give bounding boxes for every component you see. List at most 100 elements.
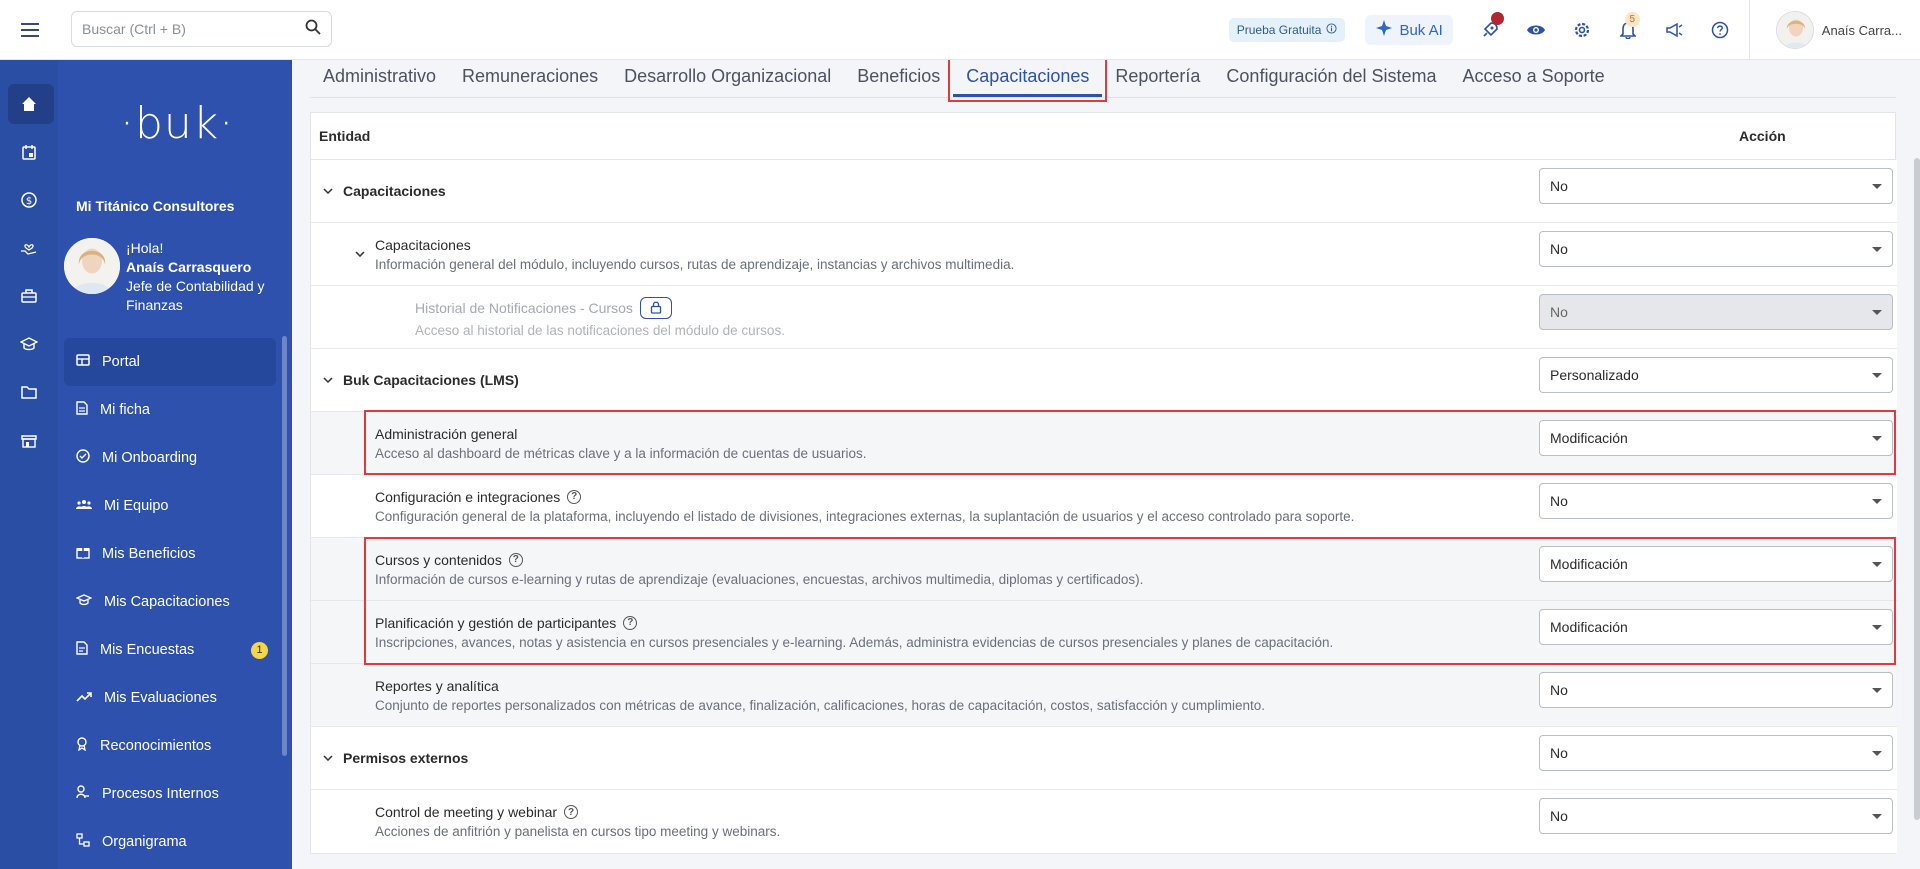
- table-row: Administración general Acceso al dashboa…: [311, 412, 1897, 475]
- chevron-down-icon[interactable]: [323, 727, 333, 789]
- help-icon[interactable]: ?: [623, 615, 638, 630]
- gear-icon[interactable]: [1559, 0, 1605, 60]
- buk-logo: ·buk·: [120, 98, 235, 149]
- row-description: Información de cursos e-learning y rutas…: [375, 571, 1144, 587]
- permission-select[interactable]: No: [1539, 672, 1893, 708]
- search-input[interactable]: [82, 21, 305, 37]
- permission-select[interactable]: No: [1539, 231, 1893, 267]
- help-icon[interactable]: ?: [567, 489, 582, 504]
- trial-badge[interactable]: Prueba Gratuita: [1228, 18, 1346, 42]
- search-box[interactable]: [71, 11, 332, 47]
- tab-remuneraciones[interactable]: Remuneraciones: [449, 66, 611, 97]
- tab-capacitaciones[interactable]: Capacitaciones: [953, 66, 1103, 97]
- sidebar-item-mis-encuestas[interactable]: Mis Encuestas 1: [64, 626, 276, 674]
- caret-down-icon: [1872, 499, 1882, 504]
- chevron-down-icon[interactable]: [323, 160, 333, 222]
- notification-count: 5: [1624, 12, 1640, 27]
- sidebar-item-mis-evaluaciones[interactable]: Mis Evaluaciones: [64, 674, 276, 722]
- hamburger-menu-icon[interactable]: [0, 0, 60, 60]
- user-full-name: Anaís Carrasquero: [126, 259, 252, 275]
- rail-store-icon[interactable]: [0, 416, 58, 464]
- row-title-text: Cursos y contenidos: [375, 551, 502, 568]
- table-row: Capacitaciones No: [311, 160, 1897, 223]
- table-row: Buk Capacitaciones (LMS) Personalizado: [311, 349, 1897, 412]
- row-title: Capacitaciones: [343, 183, 446, 199]
- row-title: Permisos externos: [343, 750, 469, 766]
- page-scrollbar[interactable]: [1914, 158, 1920, 820]
- row-title: Administración general: [375, 425, 518, 442]
- lock-icon: [639, 296, 672, 319]
- select-value: No: [1550, 304, 1568, 320]
- eye-icon[interactable]: [1513, 0, 1559, 60]
- sidebar-item-procesos-internos[interactable]: Procesos Internos: [64, 770, 276, 818]
- help-icon[interactable]: ?: [564, 805, 579, 819]
- permission-select[interactable]: No: [1539, 168, 1893, 204]
- tab-desarrollo-organizacional[interactable]: Desarrollo Organizacional: [611, 66, 844, 97]
- select-value: Modificación: [1550, 556, 1628, 572]
- help-icon[interactable]: [1697, 0, 1743, 60]
- user-menu[interactable]: Anaís Carra...: [1748, 0, 1920, 60]
- document-icon: [76, 401, 88, 419]
- sidebar-item-mi-onboarding[interactable]: Mi Onboarding: [64, 434, 276, 482]
- rail-money-icon[interactable]: $: [0, 176, 58, 224]
- select-value: No: [1550, 682, 1568, 698]
- bell-icon[interactable]: 5: [1605, 0, 1651, 60]
- trend-icon: [76, 690, 92, 706]
- rail-care-icon[interactable]: [0, 224, 58, 272]
- trial-label: Prueba Gratuita: [1236, 23, 1322, 37]
- tab-beneficios[interactable]: Beneficios: [844, 66, 953, 97]
- sidebar-item-label: Portal: [102, 354, 140, 370]
- sidebar-item-mis-beneficios[interactable]: Mis Beneficios: [64, 530, 276, 578]
- greeting: ¡Hola!: [126, 240, 164, 256]
- sidebar-item-organigrama[interactable]: Organigrama: [64, 818, 276, 866]
- rail-briefcase-icon[interactable]: [0, 272, 58, 320]
- icon-rail: $: [0, 60, 58, 869]
- tab-configuracion-del-sistema[interactable]: Configuración del Sistema: [1213, 66, 1449, 97]
- permission-select[interactable]: No: [1539, 735, 1893, 771]
- row-description: Inscripciones, avances, notas y asistenc…: [375, 634, 1334, 650]
- top-bar: Prueba Gratuita Buk AI 5: [0, 0, 1920, 60]
- rail-graduation-icon[interactable]: [0, 320, 58, 368]
- sidebar-item-label: Mis Capacitaciones: [104, 594, 230, 610]
- user-role: Jefe de Contabilidad y Finanzas: [126, 278, 265, 313]
- permission-select[interactable]: Modificación: [1539, 609, 1893, 645]
- caret-down-icon: [1872, 310, 1882, 315]
- caret-down-icon: [1872, 688, 1882, 693]
- help-icon[interactable]: ?: [508, 552, 523, 567]
- rail-folder-icon[interactable]: [0, 368, 58, 416]
- gift-icon: [76, 545, 90, 563]
- megaphone-icon[interactable]: [1651, 0, 1697, 60]
- sidebar-item-label: Mis Evaluaciones: [104, 690, 217, 706]
- row-title-text: Control de meeting y webinar: [375, 804, 558, 820]
- row-description: Acciones de anfitrión y panelista en cur…: [375, 824, 781, 839]
- rail-home-icon[interactable]: [0, 80, 58, 128]
- chevron-down-icon[interactable]: [323, 349, 333, 411]
- sidebar-item-mis-capacitaciones[interactable]: Mis Capacitaciones: [64, 578, 276, 626]
- sidebar-scrollbar[interactable]: [282, 336, 287, 756]
- svg-text:$: $: [26, 196, 32, 207]
- permission-select[interactable]: Modificación: [1539, 546, 1893, 582]
- portal-icon: [76, 354, 90, 370]
- tab-reporteria[interactable]: Reportería: [1102, 66, 1213, 97]
- avatar: [64, 238, 120, 294]
- rocket-icon[interactable]: [1467, 0, 1513, 60]
- buk-ai-label: Buk AI: [1399, 21, 1443, 39]
- sidebar-item-mi-equipo[interactable]: Mi Equipo: [64, 482, 276, 530]
- tab-administrativo[interactable]: Administrativo: [310, 66, 449, 97]
- survey-icon: [76, 641, 88, 659]
- select-value: No: [1550, 178, 1568, 194]
- tab-acceso-a-soporte[interactable]: Acceso a Soporte: [1450, 66, 1618, 97]
- permission-select[interactable]: No: [1539, 798, 1893, 834]
- permission-select[interactable]: No: [1539, 483, 1893, 519]
- permission-select[interactable]: Modificación: [1539, 420, 1893, 456]
- sidebar-item-reconocimientos[interactable]: Reconocimientos: [64, 722, 276, 770]
- rail-calendar-icon[interactable]: [0, 128, 58, 176]
- search-icon[interactable]: [305, 19, 321, 40]
- buk-ai-button[interactable]: Buk AI: [1365, 15, 1453, 45]
- chevron-down-icon[interactable]: [355, 223, 365, 285]
- sidebar-item-portal[interactable]: Portal: [64, 338, 276, 386]
- caret-down-icon: [1872, 373, 1882, 378]
- permission-select[interactable]: Personalizado: [1539, 357, 1893, 393]
- table-row: Planificación y gestión de participantes…: [311, 601, 1897, 664]
- sidebar-item-mi-ficha[interactable]: Mi ficha: [64, 386, 276, 434]
